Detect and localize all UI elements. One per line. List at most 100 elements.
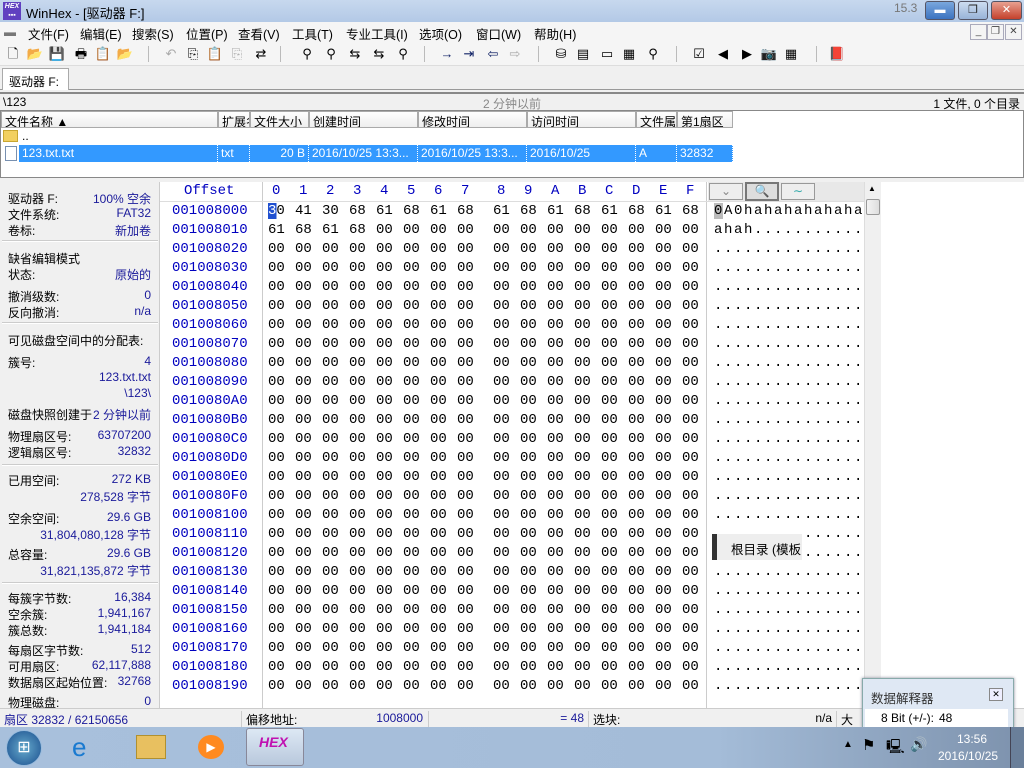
hex-byte[interactable]: 00	[457, 412, 474, 428]
text-cell[interactable]: ................	[714, 507, 874, 523]
hex-byte[interactable]: 00	[493, 488, 510, 504]
hex-byte[interactable]: 68	[349, 203, 366, 219]
column-header[interactable]: 创建时间	[309, 111, 418, 128]
hex-byte[interactable]: 00	[376, 393, 393, 409]
hex-byte[interactable]: 00	[376, 469, 393, 485]
hex-byte[interactable]: 00	[655, 659, 672, 675]
hex-byte[interactable]: 00	[682, 336, 699, 352]
hex-byte[interactable]: 00	[403, 640, 420, 656]
hex-byte[interactable]: 00	[628, 317, 645, 333]
hex-byte[interactable]: 00	[457, 621, 474, 637]
hex-byte[interactable]: 00	[268, 450, 285, 466]
close-button[interactable]: ✕	[991, 1, 1022, 20]
hex-byte[interactable]: 00	[574, 393, 591, 409]
hex-byte[interactable]: 00	[376, 640, 393, 656]
hex-byte[interactable]: 00	[493, 450, 510, 466]
hex-byte[interactable]: 68	[403, 203, 420, 219]
hex-byte[interactable]: 00	[403, 393, 420, 409]
hex-byte[interactable]: 00	[295, 431, 312, 447]
minimize-button[interactable]: ▬	[925, 1, 955, 20]
hex-byte[interactable]: 00	[403, 678, 420, 694]
hex-byte[interactable]: 00	[457, 564, 474, 580]
hex-byte[interactable]: 00	[520, 279, 537, 295]
hex-byte[interactable]: 00	[520, 222, 537, 238]
hex-byte[interactable]: 68	[682, 203, 699, 219]
hex-byte[interactable]: 00	[520, 374, 537, 390]
hex-byte[interactable]: 00	[403, 545, 420, 561]
hex-byte[interactable]: 00	[520, 469, 537, 485]
hex-byte[interactable]: 68	[349, 222, 366, 238]
copy-icon[interactable]: ⎘	[184, 45, 202, 63]
hex-byte[interactable]: 00	[601, 374, 618, 390]
hex-byte[interactable]: 00	[322, 564, 339, 580]
hex-byte[interactable]: 00	[520, 583, 537, 599]
hex-byte[interactable]: 00	[547, 659, 564, 675]
hex-byte[interactable]: 00	[268, 469, 285, 485]
hex-byte[interactable]: 00	[682, 450, 699, 466]
hex-byte[interactable]: 00	[295, 241, 312, 257]
hex-byte[interactable]: 00	[655, 241, 672, 257]
hex-byte[interactable]: 00	[376, 678, 393, 694]
hex-byte[interactable]: 00	[457, 222, 474, 238]
hex-byte[interactable]: 00	[403, 602, 420, 618]
hex-byte[interactable]: 00	[682, 659, 699, 675]
hex-byte[interactable]: 00	[628, 374, 645, 390]
hex-byte[interactable]: 00	[295, 260, 312, 276]
hex-byte[interactable]: 00	[295, 659, 312, 675]
hex-byte[interactable]: 00	[601, 526, 618, 542]
hex-byte[interactable]: 00	[376, 526, 393, 542]
hex-byte[interactable]: 00	[493, 279, 510, 295]
hex-byte[interactable]: 00	[547, 279, 564, 295]
hex-byte[interactable]: 00	[268, 431, 285, 447]
paste-icon[interactable]: 📋	[206, 45, 224, 63]
hex-byte[interactable]: 00	[601, 583, 618, 599]
hex-byte[interactable]: 00	[655, 583, 672, 599]
hex-byte[interactable]: 00	[628, 507, 645, 523]
text-cell[interactable]: ................	[714, 336, 874, 352]
hex-byte[interactable]: 00	[601, 241, 618, 257]
hex-byte[interactable]: 00	[457, 488, 474, 504]
interpreter-close-button[interactable]: ✕	[989, 688, 1003, 701]
text-cell[interactable]: ................	[714, 241, 874, 257]
hex-byte[interactable]: 00	[295, 355, 312, 371]
hex-byte[interactable]: 00	[628, 355, 645, 371]
hex-byte[interactable]: 00	[547, 640, 564, 656]
hex-byte[interactable]: 30	[322, 203, 339, 219]
hex-byte[interactable]: 00	[493, 355, 510, 371]
hex-byte[interactable]: 00	[520, 355, 537, 371]
volume-icon[interactable]: 🔊	[910, 736, 927, 753]
hex-byte[interactable]: 68	[295, 222, 312, 238]
hex-byte[interactable]: 00	[430, 374, 447, 390]
hex-byte[interactable]: 00	[682, 412, 699, 428]
menu-3[interactable]: 位置(P)	[186, 24, 228, 43]
hex-byte[interactable]: 00	[493, 298, 510, 314]
hex-byte[interactable]: 00	[268, 564, 285, 580]
hex-byte[interactable]: 00	[547, 450, 564, 466]
hex-byte[interactable]: 00	[430, 469, 447, 485]
hex-byte[interactable]: 00	[655, 526, 672, 542]
hex-byte[interactable]: 00	[574, 317, 591, 333]
hex-byte[interactable]: 00	[349, 507, 366, 523]
explorer-icon[interactable]	[136, 735, 166, 759]
hex-byte[interactable]: 00	[349, 564, 366, 580]
hex-byte[interactable]: 00	[574, 450, 591, 466]
hex-byte[interactable]: 00	[349, 602, 366, 618]
hex-byte[interactable]: 00	[376, 374, 393, 390]
hex-byte[interactable]: 00	[322, 298, 339, 314]
hex-byte[interactable]: 61	[493, 203, 510, 219]
menu-8[interactable]: 窗口(W)	[476, 24, 521, 43]
properties-icon[interactable]: 📋	[94, 45, 112, 63]
hex-byte[interactable]: 00	[322, 621, 339, 637]
hex-byte[interactable]: 00	[628, 583, 645, 599]
hex-byte[interactable]: 00	[376, 355, 393, 371]
hex-byte[interactable]: 00	[376, 317, 393, 333]
hex-byte[interactable]: 00	[376, 222, 393, 238]
hex-byte[interactable]: 00	[601, 336, 618, 352]
hex-byte[interactable]: 00	[322, 678, 339, 694]
column-header[interactable]: 第1扇区	[677, 111, 733, 128]
hex-byte[interactable]: 00	[403, 507, 420, 523]
hex-byte[interactable]: 00	[574, 431, 591, 447]
hex-byte[interactable]: 00	[601, 260, 618, 276]
hex-byte[interactable]: 00	[295, 450, 312, 466]
hex-byte[interactable]: 00	[376, 564, 393, 580]
